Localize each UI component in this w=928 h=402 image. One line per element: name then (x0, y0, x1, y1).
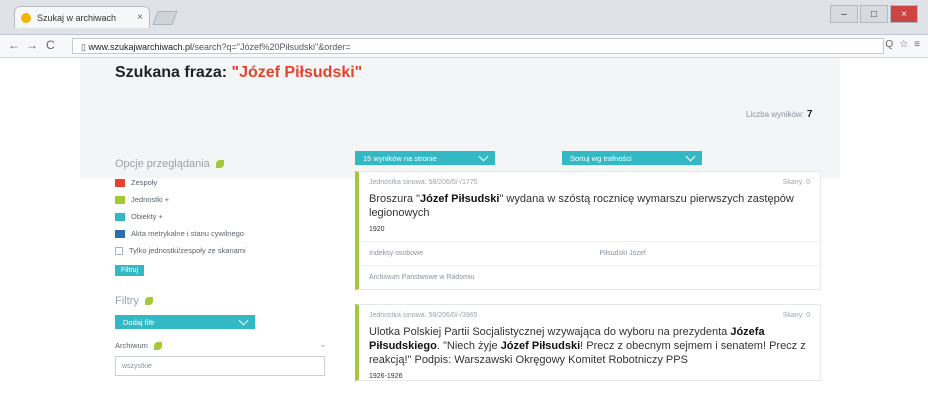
collapse-icon[interactable]: – (321, 341, 325, 350)
tab-title: Szukaj w archiwach (37, 12, 117, 23)
only-with-scans-row[interactable]: Tylko jednostki/zespoły ze skanami (115, 246, 325, 255)
menu-icon[interactable]: ≡ (914, 39, 920, 50)
chevron-down-icon (238, 315, 249, 326)
leaf-icon (215, 160, 224, 168)
title-text: Broszura " (369, 193, 420, 205)
archives-select[interactable]: wszystkie (115, 356, 325, 376)
option-label: Jednostki + (131, 195, 170, 204)
title-highlight: Józef Piłsudski (500, 340, 581, 352)
results-count-label: Liczba wyników: (746, 110, 804, 119)
forward-arrow-icon[interactable]: → (26, 38, 38, 52)
title-text: Ulotka Polskiej Partii Socjalistycznej w… (369, 326, 731, 338)
teal-square-icon (115, 212, 125, 221)
back-arrow-icon[interactable]: ← (8, 38, 20, 52)
url-path: /search?q="Józef%20Piłsudski"&order= (192, 42, 351, 52)
reload-icon[interactable]: C (46, 38, 55, 52)
add-filter-dropdown[interactable]: Dodaj filtr (115, 315, 255, 329)
title-text: . "Niech żyje (436, 340, 501, 352)
page-icon: ▯ (81, 42, 86, 52)
new-tab-button[interactable] (152, 11, 178, 25)
blue-square-icon (115, 229, 125, 238)
page-content: Szukana fraza: "Józef Piłsudski" Liczba … (0, 58, 928, 402)
option-label: Obiekty + (131, 212, 163, 221)
per-page-dropdown[interactable]: 15 wyników na stronie (355, 151, 495, 165)
result-header: Jednostka sinowa: 58/206/0/-/3965 Skany:… (359, 305, 820, 319)
result-meta: Indeksy osobowe Piłsudski Józef (359, 241, 820, 265)
maximize-window-button[interactable]: □ (860, 5, 888, 23)
option-label: Akta metrykalne i stanu cywilnego (131, 229, 244, 238)
leaf-icon (153, 341, 162, 350)
browser-tab[interactable]: Szukaj w archiwach × (14, 6, 150, 28)
option-zespoly[interactable]: Zespoły (115, 178, 325, 187)
omnibox-actions: Q ☆ ≡ (885, 39, 920, 50)
result-title[interactable]: Ulotka Polskiej Partii Socjalistycznej w… (359, 319, 820, 367)
window-controls: – □ × (830, 5, 918, 23)
browser-tabstrip: Szukaj w archiwach × – □ × (0, 0, 928, 35)
result-title[interactable]: Broszura "Józef Piłsudski" wydana w szós… (359, 186, 820, 220)
result-scans: Skany: 0 (782, 312, 810, 319)
result-code: Jednostka sinowa: 58/206/0/-/3965 (369, 312, 478, 319)
minimize-window-button[interactable]: – (830, 5, 858, 23)
meta-value: Piłsudski Józef (599, 250, 646, 257)
result-code: Jednostka sinowa: 58/206/0/-/1775 (369, 179, 478, 186)
option-obiekty[interactable]: Obiekty + (115, 212, 325, 221)
result-header: Jednostka sinowa: 58/206/0/-/1775 Skany:… (359, 172, 820, 186)
filters-heading: Filtry (115, 295, 325, 307)
page-title: Szukana fraza: "Józef Piłsudski" (115, 64, 362, 82)
meta-label: Indeksy osobowe (369, 250, 424, 257)
browser-toolbar: ← → C ▯ www.szukajwarchiwach.pl/search?q… (0, 35, 928, 58)
result-card[interactable]: Jednostka sinowa: 58/206/0/-/1775 Skany:… (355, 171, 821, 290)
tab-close-icon[interactable]: × (137, 12, 143, 23)
option-akta-metrykalne[interactable]: Akta metrykalne i stanu cywilnego (115, 229, 325, 238)
sort-label: Sortuj wg trafności (570, 153, 632, 163)
browse-options-heading: Opcje przeglądania (115, 158, 325, 170)
result-archive: Archiwum Państwowe w Radomiu (359, 265, 820, 289)
result-date: 1926-1926 (369, 373, 403, 380)
filters-title: Filtry (115, 295, 139, 307)
leaf-icon (144, 297, 153, 305)
sidebar: Opcje przeglądania Zespoły Jednostki + O… (115, 158, 325, 376)
bookmark-star-icon[interactable]: ☆ (899, 39, 908, 50)
search-icon[interactable]: Q (885, 39, 893, 50)
chevron-down-icon (685, 151, 696, 162)
result-scans: Skany: 0 (782, 179, 810, 186)
result-card[interactable]: Jednostka sinowa: 58/206/0/-/3965 Skany:… (355, 304, 821, 381)
site-favicon-icon (21, 12, 31, 23)
chevron-down-icon (478, 151, 489, 162)
result-date: 1920 (369, 226, 385, 233)
only-with-scans-checkbox[interactable] (115, 246, 123, 255)
archives-label: Archiwum (115, 341, 148, 350)
filter-button[interactable]: Filtruj (115, 265, 145, 276)
results-area: 15 wyników na stronie Sortuj wg trafnośc… (355, 151, 821, 381)
results-count: Liczba wyników: 7 (746, 109, 812, 120)
red-square-icon (115, 178, 125, 187)
results-count-value: 7 (806, 109, 813, 120)
browse-options-title: Opcje przeglądania (115, 158, 210, 170)
option-jednostki[interactable]: Jednostki + (115, 195, 325, 204)
sort-dropdown[interactable]: Sortuj wg trafności (562, 151, 702, 165)
close-window-button[interactable]: × (890, 5, 918, 23)
search-phrase-label: Szukana fraza: (115, 64, 228, 81)
add-filter-label: Dodaj filtr (123, 317, 155, 327)
archives-filter-header: Archiwum – (115, 341, 325, 350)
title-highlight: Józef Piłsudski (419, 193, 500, 205)
option-label: Zespoły (131, 178, 158, 187)
per-page-label: 15 wyników na stronie (363, 153, 437, 163)
results-toolbar: 15 wyników na stronie Sortuj wg trafnośc… (355, 151, 821, 165)
only-with-scans-label: Tylko jednostki/zespoły ze skanami (129, 246, 246, 255)
url-domain: www.szukajwarchiwach.pl (88, 42, 193, 52)
address-bar[interactable]: ▯ www.szukajwarchiwach.pl/search?q="Józe… (72, 38, 884, 54)
green-square-icon (115, 195, 125, 204)
search-query: "Józef Piłsudski" (231, 64, 363, 81)
